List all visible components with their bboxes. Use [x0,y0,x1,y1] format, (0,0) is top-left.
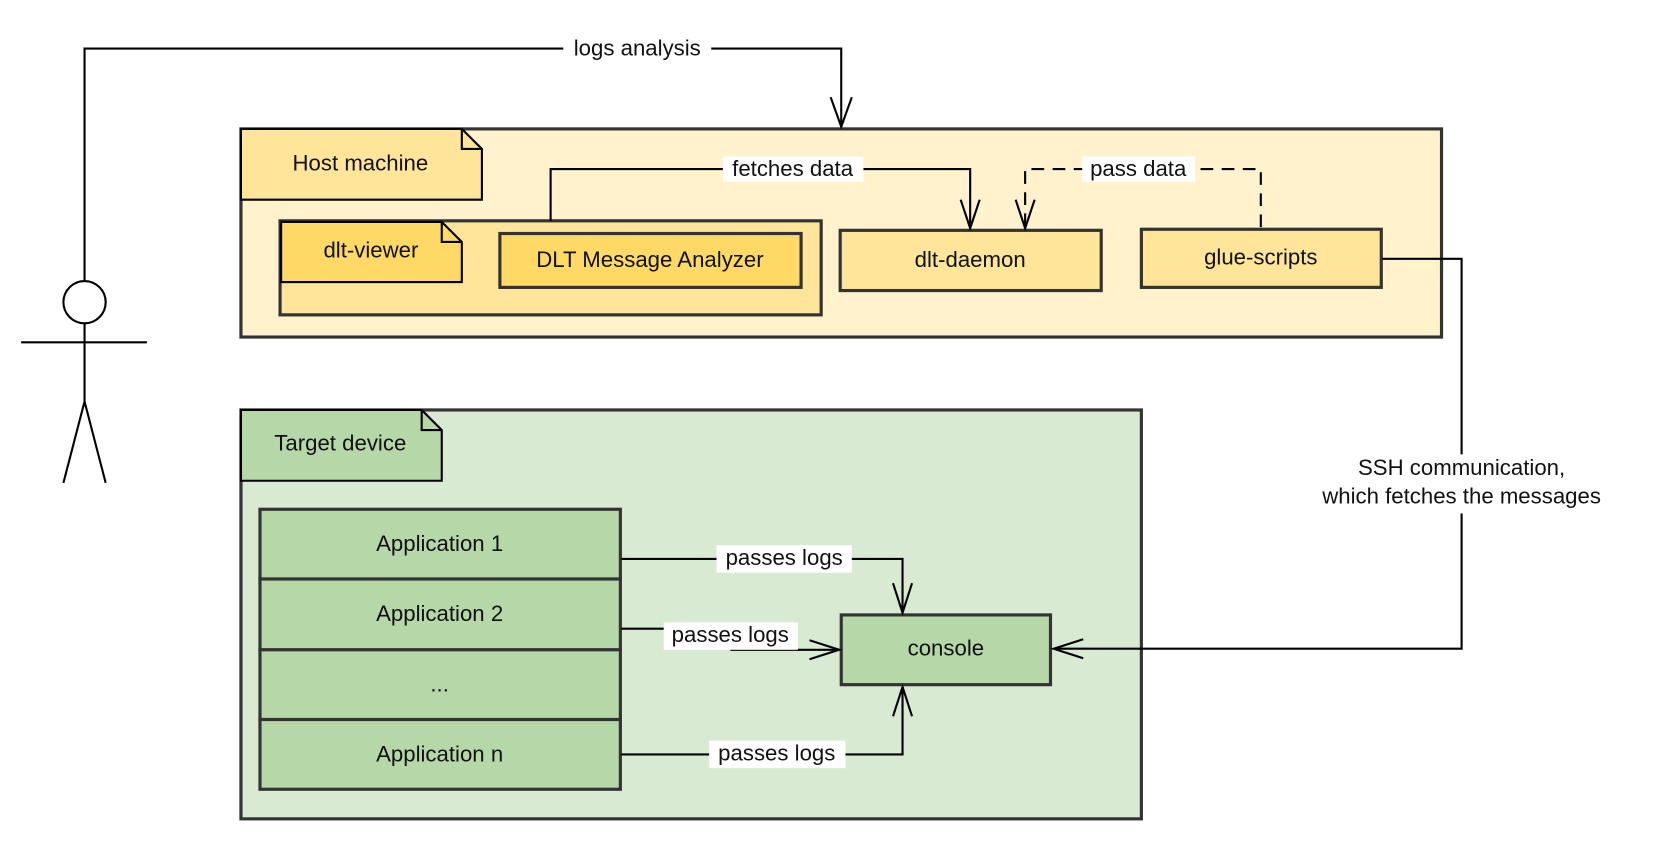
passes-logs-2-label: passes logs [672,622,789,647]
passes-logs-n-label: passes logs [718,740,835,765]
application-list: Application 1 Application 2 ... Applicat… [258,507,622,791]
host-machine-title: Host machine [293,151,429,176]
application-2-label: Application 2 [376,601,503,626]
ssh-label-line2: which fetches the messages [1321,484,1601,509]
glue-scripts-label: glue-scripts [1204,245,1317,270]
target-device-title: Target device [274,431,406,456]
architecture-diagram: Host machine dlt-viewer DLT Message Anal… [21,36,1617,821]
stick-figure-actor-icon [21,279,147,484]
application-ellipsis-label: ... [430,672,449,697]
pass-data-label: pass data [1090,156,1187,181]
application-1-label: Application 1 [376,531,503,556]
console-label: console [908,636,984,661]
fetches-data-label: fetches data [732,156,854,181]
dlt-daemon-label: dlt-daemon [915,247,1026,272]
dlt-message-analyzer-label: DLT Message Analyzer [536,247,764,272]
logs-analysis-label: logs analysis [574,36,701,61]
dlt-viewer-tag: dlt-viewer [280,220,463,284]
target-device-tag: Target device [239,408,443,482]
host-machine-tag: Host machine [239,127,483,201]
passes-logs-1-label: passes logs [726,545,843,570]
application-n-label: Application n [376,741,503,766]
dlt-viewer-title: dlt-viewer [323,237,419,262]
ssh-label-line1: SSH communication, [1358,455,1565,480]
